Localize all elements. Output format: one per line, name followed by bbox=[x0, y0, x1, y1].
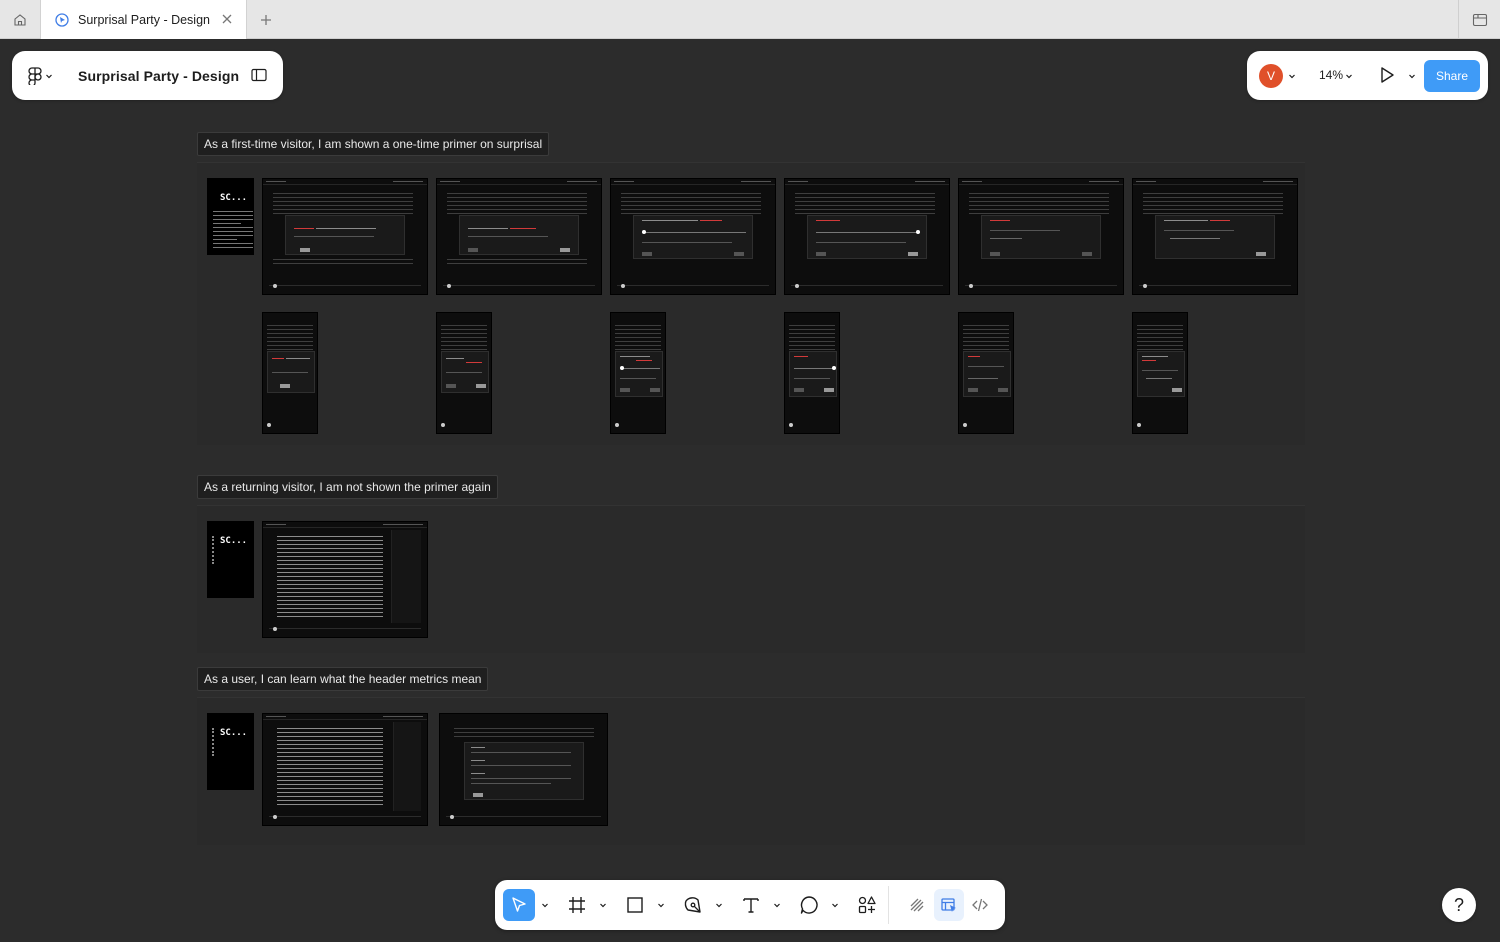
zoom-level[interactable]: 14% bbox=[1319, 68, 1343, 82]
section-label-returning[interactable]: As a returning visitor, I am not shown t… bbox=[197, 475, 498, 499]
main-menu-button[interactable] bbox=[28, 63, 56, 89]
play-icon[interactable] bbox=[1377, 65, 1397, 85]
primer-mobile-frame-2[interactable] bbox=[436, 312, 492, 434]
cover-frame[interactable]: SC... bbox=[207, 178, 254, 255]
chevron-down-icon[interactable] bbox=[1288, 72, 1296, 80]
metrics-desktop-frame[interactable] bbox=[262, 713, 428, 826]
draw-icon bbox=[910, 898, 924, 912]
new-tab-button[interactable] bbox=[256, 10, 276, 30]
chevron-down-icon[interactable] bbox=[657, 901, 665, 909]
primer-desktop-frame-5[interactable] bbox=[958, 178, 1124, 295]
primer-desktop-frame-6[interactable] bbox=[1132, 178, 1298, 295]
cover-title: SC... bbox=[220, 536, 248, 546]
chevron-down-icon[interactable] bbox=[599, 901, 607, 909]
cover-frame[interactable]: SC... bbox=[207, 521, 254, 598]
text-icon bbox=[743, 898, 759, 913]
panel-toggle-button[interactable] bbox=[1458, 0, 1500, 39]
figma-design-icon bbox=[54, 12, 70, 28]
primer-mobile-frame-5[interactable] bbox=[958, 312, 1014, 434]
text-tool[interactable] bbox=[735, 889, 767, 921]
pen-tool[interactable] bbox=[677, 889, 709, 921]
primer-mobile-frame-3[interactable] bbox=[610, 312, 666, 434]
sidebar-toggle-icon[interactable] bbox=[251, 68, 267, 82]
move-tool[interactable] bbox=[503, 889, 535, 921]
actions-tool[interactable] bbox=[851, 889, 883, 921]
chevron-down-icon[interactable] bbox=[541, 901, 549, 909]
header-right-panel: V 14% Share bbox=[1247, 51, 1488, 100]
primer-desktop-frame-3[interactable] bbox=[610, 178, 776, 295]
returning-desktop-frame[interactable] bbox=[262, 521, 428, 638]
section-label-first-time[interactable]: As a first-time visitor, I am shown a on… bbox=[197, 132, 550, 156]
primer-desktop-frame-4[interactable] bbox=[784, 178, 950, 295]
chevron-down-icon[interactable] bbox=[773, 901, 781, 909]
draw-mode[interactable] bbox=[901, 889, 933, 921]
tools-toolbar bbox=[495, 880, 1005, 930]
file-panel: Surprisal Party - Design bbox=[12, 51, 283, 100]
shape-tool[interactable] bbox=[619, 889, 651, 921]
close-icon[interactable] bbox=[220, 12, 234, 26]
chevron-down-icon[interactable] bbox=[1345, 72, 1353, 80]
metrics-explainer-frame[interactable] bbox=[439, 713, 608, 826]
cover-text bbox=[213, 211, 253, 251]
frame-tool[interactable] bbox=[561, 889, 593, 921]
help-button[interactable]: ? bbox=[1442, 888, 1476, 922]
file-name[interactable]: Surprisal Party - Design bbox=[78, 68, 239, 84]
design-mode-icon bbox=[941, 898, 956, 912]
comment-tool[interactable] bbox=[793, 889, 825, 921]
home-icon bbox=[14, 13, 26, 26]
primer-mobile-frame-1[interactable] bbox=[262, 312, 318, 434]
cover-frame[interactable]: SC... bbox=[207, 713, 254, 790]
comment-icon bbox=[800, 896, 818, 914]
chevron-down-icon[interactable] bbox=[1408, 72, 1416, 80]
rectangle-icon bbox=[627, 897, 643, 913]
chevron-down-icon[interactable] bbox=[715, 901, 723, 909]
frame-grid-icon bbox=[569, 897, 585, 913]
chevron-down-icon bbox=[46, 74, 52, 78]
primer-desktop-frame-2[interactable] bbox=[436, 178, 602, 295]
primer-mobile-frame-6[interactable] bbox=[1132, 312, 1188, 434]
section-label-header-metrics[interactable]: As a user, I can learn what the header m… bbox=[197, 667, 489, 691]
design-mode[interactable] bbox=[934, 889, 964, 921]
cover-title: SC... bbox=[220, 193, 248, 203]
tab-title: Surprisal Party - Design bbox=[78, 12, 210, 27]
browser-tab-bar: Surprisal Party - Design bbox=[0, 0, 1500, 39]
window-panel-icon bbox=[1472, 13, 1487, 26]
dev-mode[interactable] bbox=[965, 889, 995, 921]
chevron-down-icon[interactable] bbox=[831, 901, 839, 909]
figma-logo-icon bbox=[28, 66, 42, 85]
plus-icon bbox=[261, 15, 271, 25]
cursor-icon bbox=[512, 897, 526, 912]
tab-surprisal-party[interactable]: Surprisal Party - Design bbox=[40, 0, 247, 39]
toolbar-divider bbox=[888, 886, 889, 924]
home-button[interactable] bbox=[0, 0, 40, 39]
pen-icon bbox=[684, 897, 701, 913]
share-button[interactable]: Share bbox=[1424, 60, 1480, 92]
primer-mobile-frame-4[interactable] bbox=[784, 312, 840, 434]
cover-title: SC... bbox=[220, 728, 248, 738]
primer-desktop-frame-1[interactable] bbox=[262, 178, 428, 295]
code-icon bbox=[972, 898, 988, 912]
avatar[interactable]: V bbox=[1259, 64, 1283, 88]
shapes-plus-icon bbox=[858, 896, 876, 914]
